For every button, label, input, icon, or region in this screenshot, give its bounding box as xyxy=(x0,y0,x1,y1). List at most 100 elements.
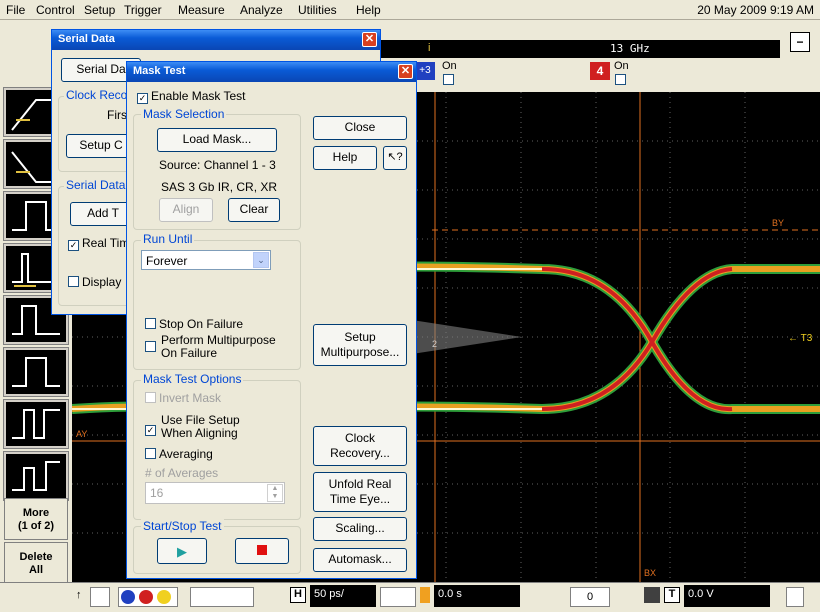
unfold-line2: Time Eye... xyxy=(329,492,391,506)
blue-circle-icon xyxy=(121,590,135,604)
use-file-setup-checkbox[interactable]: ✓ xyxy=(145,422,159,436)
transition-tool-button[interactable] xyxy=(3,451,69,501)
run-until-select[interactable]: Forever ⌄ xyxy=(141,250,271,270)
minimize-button[interactable]: − xyxy=(790,32,810,52)
clock-recovery-label: Clock Reco xyxy=(64,88,130,102)
close-icon[interactable]: ✕ xyxy=(362,32,377,47)
mask-standard-label: SAS 3 Gb IR, CR, XR xyxy=(161,180,278,194)
acq-stepper[interactable]: 0 xyxy=(570,587,610,607)
chevron-down-icon[interactable]: ⌄ xyxy=(253,252,269,268)
real-time-label: Real Tim xyxy=(82,236,130,250)
yellow-circle-icon xyxy=(157,590,171,604)
serial-data-title: Serial Data xyxy=(58,33,115,45)
display-label: Display xyxy=(82,275,122,289)
more-label: More xyxy=(22,507,50,519)
start-test-button[interactable]: ▶ xyxy=(157,538,207,564)
help-arrow-icon: ↖ xyxy=(387,151,397,163)
mask-selection-label: Mask Selection xyxy=(141,107,227,121)
marker-by-label: BY xyxy=(772,218,784,228)
more-page-label: (1 of 2) xyxy=(17,520,55,532)
mask-test-window: Mask Test ✕ ✓ Enable Mask Test Mask Select… xyxy=(126,61,417,579)
menu-control[interactable]: Control xyxy=(36,3,75,17)
check-icon: ✓ xyxy=(145,425,156,436)
mask-test-titlebar: Mask Test ✕ xyxy=(127,62,416,82)
menu-help[interactable]: Help xyxy=(356,3,381,17)
mask-test-title: Mask Test xyxy=(133,65,186,77)
check-icon: ✓ xyxy=(68,240,79,251)
bandwidth-strip: i 13 GHz xyxy=(380,40,780,58)
channel-4-on-label: On xyxy=(614,60,629,72)
whats-this-label: ? xyxy=(396,151,403,163)
whats-this-button[interactable]: ↖? xyxy=(383,146,407,170)
averaging-label: Averaging xyxy=(159,447,213,461)
enable-mask-test-checkbox[interactable]: ✓ Enable Mask Test xyxy=(137,90,246,104)
stop-test-button[interactable] xyxy=(235,538,289,564)
datetime: 20 May 2009 9:19 AM xyxy=(697,3,814,17)
color-swatches[interactable] xyxy=(118,587,178,607)
delete-label: Delete xyxy=(19,551,53,563)
scroll-stepper[interactable] xyxy=(90,587,110,607)
channel-3-badge[interactable]: +3 xyxy=(415,62,435,80)
bandwidth-label: 13 GHz xyxy=(610,42,650,55)
spin-arrows-icon[interactable]: ▲ ▼ xyxy=(267,484,283,502)
help-button[interactable]: Help xyxy=(313,146,377,170)
channel-4-checkbox[interactable] xyxy=(615,74,629,87)
menu-trigger[interactable]: Trigger xyxy=(124,3,162,17)
averaging-checkbox[interactable]: Averaging xyxy=(145,448,213,461)
enable-mask-test-label: Enable Mask Test xyxy=(151,89,246,103)
timeout-tool-button[interactable] xyxy=(3,399,69,449)
setup-multipurpose-button[interactable]: Setup Multipurpose... xyxy=(313,324,407,366)
marker-bx-label: BX xyxy=(644,568,656,578)
channel-3-checkbox[interactable] xyxy=(443,74,457,87)
marker-i: i xyxy=(428,42,431,54)
trigger-level-field[interactable]: 0.0 V xyxy=(684,585,770,607)
timeout-icon xyxy=(12,409,60,439)
menu-setup[interactable]: Setup xyxy=(84,3,115,17)
timebase-field[interactable]: 50 ps/ xyxy=(310,585,376,607)
trigger-level-stepper[interactable] xyxy=(786,587,804,607)
menu-measure[interactable]: Measure xyxy=(178,3,225,17)
num-averages-value: 16 xyxy=(150,486,164,500)
load-mask-button[interactable]: Load Mask... xyxy=(157,128,277,152)
window-tool-button[interactable] xyxy=(3,347,69,397)
align-button[interactable]: Align xyxy=(159,198,213,222)
perform-multipurpose-line2: On Failure xyxy=(161,346,218,360)
clock-recovery-line2: Recovery... xyxy=(330,446,390,460)
perform-multipurpose-checkbox[interactable] xyxy=(145,334,159,352)
real-time-checkbox[interactable]: ✓ Real Tim xyxy=(68,237,129,251)
menu-bar: File Control Setup Trigger Measure Analy… xyxy=(0,0,820,20)
menu-utilities[interactable]: Utilities xyxy=(298,3,337,17)
bottom-control-bar: ↑ H 50 ps/ 0.0 s 0 T 0.0 V xyxy=(0,582,820,612)
display-tools[interactable] xyxy=(190,587,254,607)
channel-4-badge[interactable]: 4 xyxy=(590,62,610,80)
run-until-value: Forever xyxy=(146,254,188,268)
mask-test-options-label: Mask Test Options xyxy=(141,372,244,386)
trigger-level-marker[interactable]: ← T3 xyxy=(788,333,813,344)
close-icon[interactable]: ✕ xyxy=(398,64,413,79)
menu-analyze[interactable]: Analyze xyxy=(240,3,283,17)
invert-mask-checkbox[interactable]: Invert Mask xyxy=(145,392,221,405)
position-field[interactable]: 0.0 s xyxy=(434,585,520,607)
window-icon xyxy=(12,357,60,387)
waveform-mode-buttons[interactable] xyxy=(380,587,416,607)
red-circle-icon xyxy=(139,590,153,604)
trigger-source-icon xyxy=(644,587,660,603)
menu-file[interactable]: File xyxy=(6,3,25,17)
trigger-up-icon: ↑ xyxy=(76,589,82,601)
more-button[interactable]: More (1 of 2) xyxy=(4,498,68,540)
close-button[interactable]: Close xyxy=(313,116,407,140)
scaling-button[interactable]: Scaling... xyxy=(313,517,407,541)
automask-button[interactable]: Automask... xyxy=(313,548,407,572)
num-averages-input[interactable]: 16 ▲ ▼ xyxy=(145,482,285,504)
num-averages-label: # of Averages xyxy=(145,466,219,480)
stop-on-failure-checkbox[interactable]: Stop On Failure xyxy=(145,318,243,331)
display-checkbox[interactable]: Display xyxy=(68,276,121,289)
unfold-real-time-eye-button[interactable]: Unfold Real Time Eye... xyxy=(313,472,407,512)
clear-button[interactable]: Clear xyxy=(228,198,280,222)
source-label: Source: Channel 1 - 3 xyxy=(159,158,276,172)
delete-all-button[interactable]: Delete All xyxy=(4,542,68,584)
clock-recovery-line1: Clock xyxy=(344,431,375,445)
check-icon: ✓ xyxy=(137,93,148,104)
setup-multipurpose-line2: Multipurpose... xyxy=(320,345,400,359)
clock-recovery-button[interactable]: Clock Recovery... xyxy=(313,426,407,466)
